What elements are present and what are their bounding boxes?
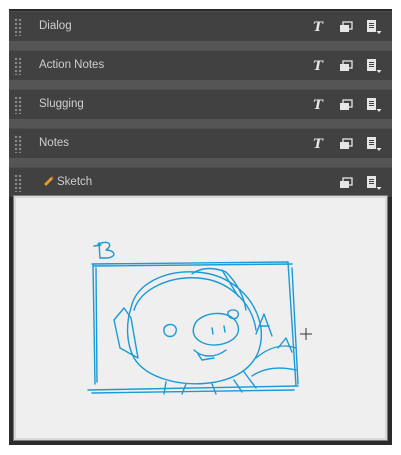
field-row-notes[interactable]: Notes T <box>9 128 392 158</box>
drag-handle-icon[interactable] <box>14 18 22 36</box>
field-row-sketch[interactable]: Sketch <box>9 167 392 197</box>
sketch-letter-b <box>93 241 115 259</box>
sketch-pig-head <box>113 267 262 385</box>
sketch-pig-face <box>163 309 240 361</box>
menu-doc-icon <box>367 59 382 73</box>
row-separator <box>9 158 392 167</box>
menu-button[interactable] <box>365 58 383 74</box>
copy-icon <box>340 177 353 188</box>
menu-doc-icon <box>367 176 382 190</box>
crosshair-cursor-icon <box>300 328 312 340</box>
menu-button[interactable] <box>365 97 383 113</box>
row-separator <box>9 80 392 89</box>
field-row-dialog[interactable]: Dialog T <box>9 11 392 41</box>
text-tool-button[interactable]: T <box>311 97 325 113</box>
menu-button[interactable] <box>365 136 383 152</box>
copy-button[interactable] <box>339 19 353 35</box>
drag-handle-icon[interactable] <box>14 135 22 153</box>
copy-icon <box>340 60 353 71</box>
copy-icon <box>340 138 353 149</box>
sketch-pig-body <box>163 337 297 395</box>
row-separator <box>9 119 392 128</box>
field-row-action-notes[interactable]: Action Notes T <box>9 50 392 80</box>
menu-doc-icon <box>367 20 382 34</box>
field-row-slugging[interactable]: Slugging T <box>9 89 392 119</box>
menu-doc-icon <box>367 98 382 112</box>
copy-button[interactable] <box>339 136 353 152</box>
copy-icon <box>340 99 353 110</box>
field-label-action-notes: Action Notes <box>39 59 105 71</box>
field-label-notes: Notes <box>39 137 70 149</box>
menu-button[interactable] <box>365 175 383 191</box>
menu-doc-icon <box>367 137 382 151</box>
copy-button[interactable] <box>339 97 353 113</box>
copy-button[interactable] <box>339 58 353 74</box>
row-separator <box>9 41 392 50</box>
copy-button[interactable] <box>339 175 353 191</box>
sketch-area[interactable] <box>13 195 388 441</box>
field-label-slugging: Slugging <box>39 98 84 110</box>
sketch-drawing[interactable] <box>16 198 385 438</box>
text-tool-button[interactable]: T <box>311 19 325 35</box>
field-label-sketch: Sketch <box>57 176 93 188</box>
field-label-dialog: Dialog <box>39 20 72 32</box>
drag-handle-icon[interactable] <box>14 96 22 114</box>
text-tool-button[interactable]: T <box>311 58 325 74</box>
story-panel: Dialog T Action Notes T Slugging T Notes… <box>9 9 392 445</box>
menu-button[interactable] <box>365 19 383 35</box>
copy-icon <box>340 21 353 32</box>
text-tool-button[interactable]: T <box>311 136 325 152</box>
drag-handle-icon[interactable] <box>14 57 22 75</box>
pencil-icon <box>43 176 54 187</box>
drag-handle-icon[interactable] <box>14 174 22 192</box>
